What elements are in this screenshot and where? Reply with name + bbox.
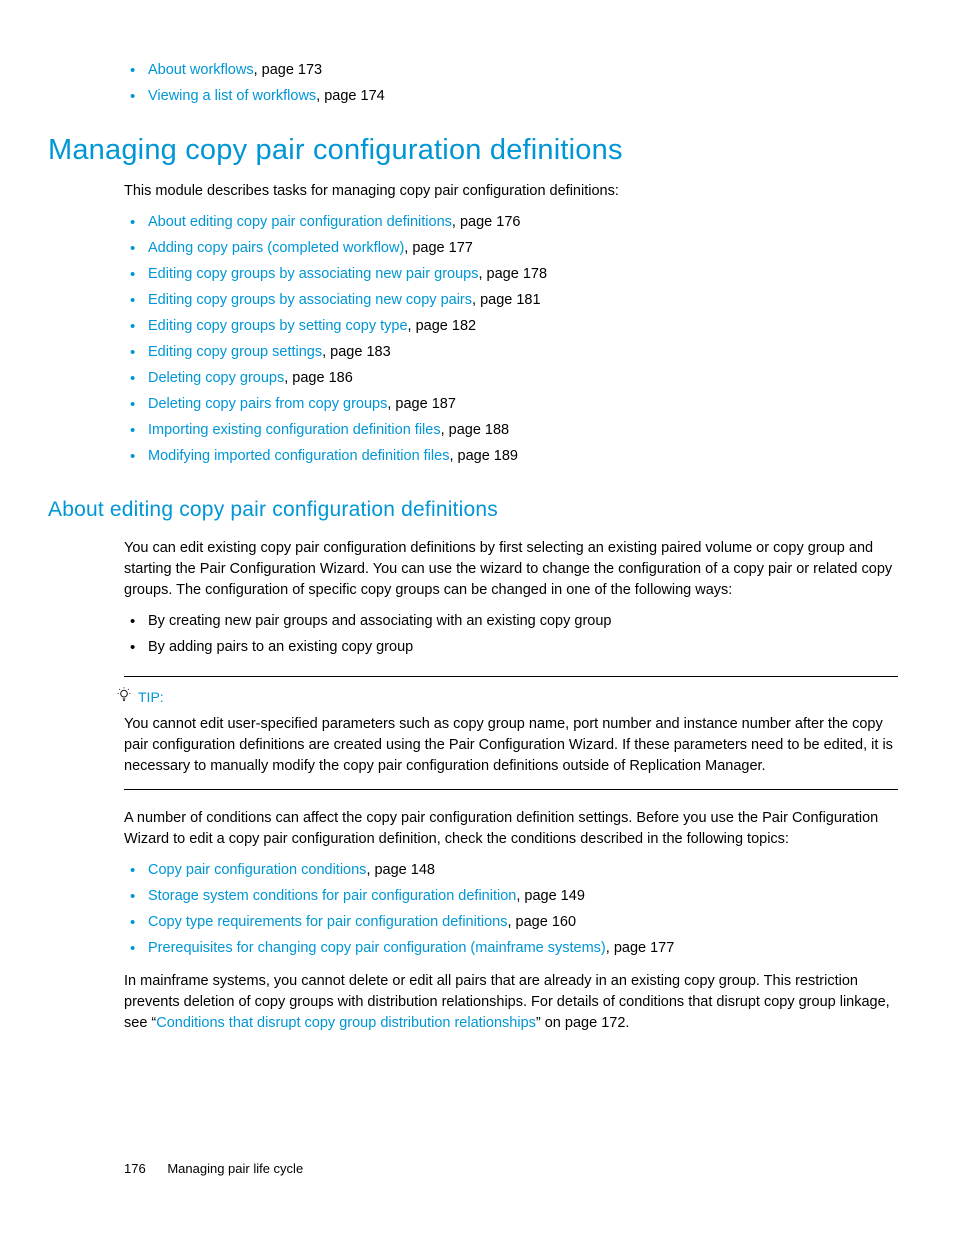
link-modifying-files[interactable]: Modifying imported configuration definit…: [148, 448, 449, 464]
tip-label: TIP:: [138, 687, 164, 707]
conditions-link-list: Copy pair configuration conditions, page…: [124, 860, 898, 959]
link-about-editing[interactable]: About editing copy pair configuration de…: [148, 214, 452, 230]
main-link-list: About editing copy pair configuration de…: [124, 212, 898, 467]
heading-2: About editing copy pair configuration de…: [48, 495, 898, 525]
link-viewing-workflows[interactable]: Viewing a list of workflows: [148, 88, 316, 104]
list-item: Deleting copy groups, page 186: [124, 368, 898, 389]
text: ” on page 172.: [536, 1015, 630, 1031]
list-item: Editing copy groups by associating new p…: [124, 264, 898, 285]
intro-paragraph: This module describes tasks for managing…: [124, 181, 898, 202]
list-item: Adding copy pairs (completed workflow), …: [124, 238, 898, 259]
list-item: About workflows, page 173: [124, 60, 898, 81]
heading-1: Managing copy pair configuration definit…: [48, 129, 898, 171]
link-copy-type-requirements[interactable]: Copy type requirements for pair configur…: [148, 914, 507, 930]
list-item: Prerequisites for changing copy pair con…: [124, 938, 898, 959]
list-item: About editing copy pair configuration de…: [124, 212, 898, 233]
tip-body: You cannot edit user-specified parameter…: [124, 714, 898, 777]
page-ref: , page 182: [408, 318, 477, 334]
page-ref: , page 183: [322, 344, 391, 360]
ways-list: By creating new pair groups and associat…: [124, 611, 898, 658]
link-importing-files[interactable]: Importing existing configuration definit…: [148, 422, 441, 438]
link-editing-new-copy-pairs[interactable]: Editing copy groups by associating new c…: [148, 292, 472, 308]
link-deleting-groups[interactable]: Deleting copy groups: [148, 370, 284, 386]
link-config-conditions[interactable]: Copy pair configuration conditions: [148, 862, 366, 878]
conditions-paragraph: A number of conditions can affect the co…: [124, 808, 898, 850]
page-ref: , page 187: [387, 396, 456, 412]
list-item: Importing existing configuration definit…: [124, 420, 898, 441]
list-item: Deleting copy pairs from copy groups, pa…: [124, 394, 898, 415]
tip-block: TIP: You cannot edit user-specified para…: [124, 676, 898, 790]
link-editing-new-pair-groups[interactable]: Editing copy groups by associating new p…: [148, 266, 478, 282]
page-ref: , page 160: [507, 914, 576, 930]
list-item: By adding pairs to an existing copy grou…: [124, 637, 898, 658]
page-ref: , page 188: [441, 422, 510, 438]
link-storage-conditions[interactable]: Storage system conditions for pair confi…: [148, 888, 516, 904]
list-item: Editing copy groups by setting copy type…: [124, 316, 898, 337]
list-item: Editing copy group settings, page 183: [124, 342, 898, 363]
mainframe-paragraph: In mainframe systems, you cannot delete …: [124, 971, 898, 1034]
link-editing-copy-type[interactable]: Editing copy groups by setting copy type: [148, 318, 408, 334]
link-editing-group-settings[interactable]: Editing copy group settings: [148, 344, 322, 360]
page-ref: , page 177: [404, 240, 473, 256]
page-ref: , page 149: [516, 888, 585, 904]
tip-icon: [116, 687, 132, 708]
page-ref: , page 186: [284, 370, 353, 386]
list-item: By creating new pair groups and associat…: [124, 611, 898, 632]
link-deleting-pairs[interactable]: Deleting copy pairs from copy groups: [148, 396, 387, 412]
page-ref: , page 176: [452, 214, 521, 230]
page-ref: , page 181: [472, 292, 541, 308]
list-item: Storage system conditions for pair confi…: [124, 886, 898, 907]
top-link-list: About workflows, page 173 Viewing a list…: [124, 60, 898, 107]
list-item: Viewing a list of workflows, page 174: [124, 86, 898, 107]
page-ref: , page 178: [478, 266, 547, 282]
link-prerequisites-mainframe[interactable]: Prerequisites for changing copy pair con…: [148, 940, 606, 956]
link-about-workflows[interactable]: About workflows: [148, 62, 254, 78]
list-item: Copy type requirements for pair configur…: [124, 912, 898, 933]
page-ref: , page 177: [606, 940, 675, 956]
list-item: Copy pair configuration conditions, page…: [124, 860, 898, 881]
page-ref: , page 189: [449, 448, 518, 464]
link-conditions-disrupt[interactable]: Conditions that disrupt copy group distr…: [156, 1015, 536, 1031]
list-item: Editing copy groups by associating new c…: [124, 290, 898, 311]
footer-section: Managing pair life cycle: [167, 1161, 303, 1176]
link-adding-copy-pairs[interactable]: Adding copy pairs (completed workflow): [148, 240, 404, 256]
page-number: 176: [124, 1161, 146, 1176]
page-footer: 176 Managing pair life cycle: [124, 1160, 303, 1179]
page-ref: , page 148: [366, 862, 435, 878]
tip-heading: TIP:: [116, 687, 898, 708]
list-item: Modifying imported configuration definit…: [124, 446, 898, 467]
page-ref: , page 174: [316, 88, 385, 104]
edit-paragraph: You can edit existing copy pair configur…: [124, 538, 898, 601]
page-ref: , page 173: [254, 62, 323, 78]
